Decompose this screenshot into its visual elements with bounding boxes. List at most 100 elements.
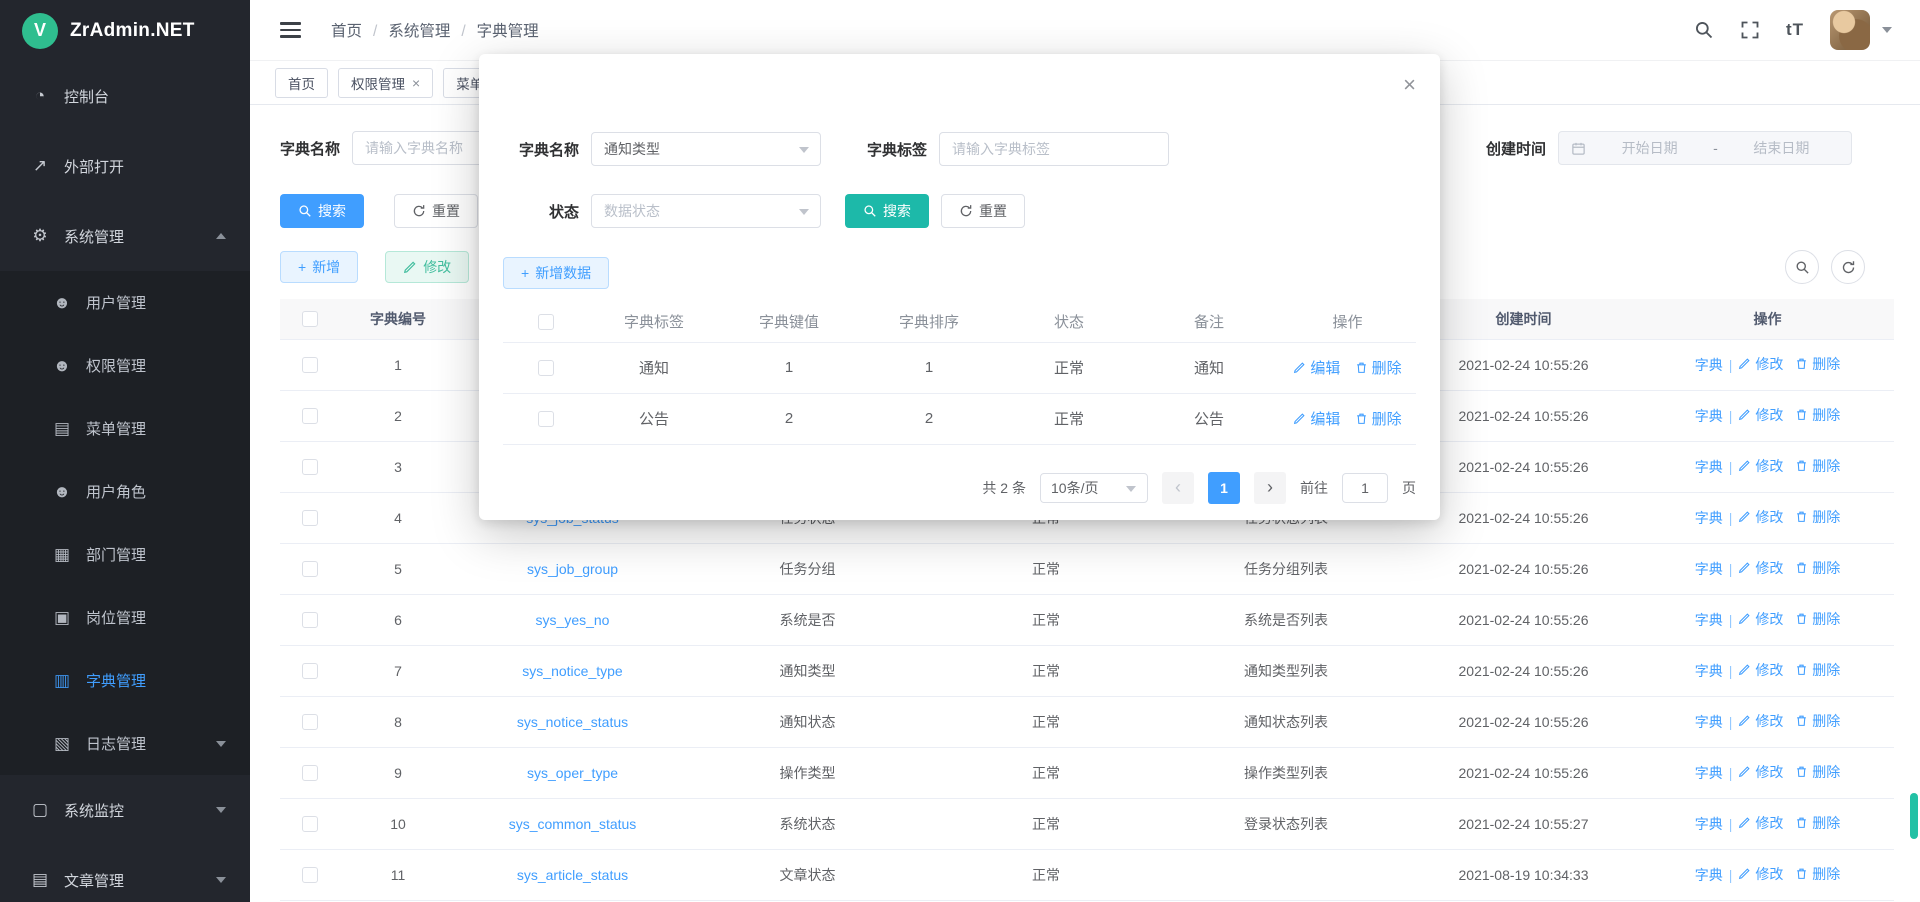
page-tab[interactable]: 首页 <box>275 68 328 98</box>
sidebar-item[interactable]: ▢ 系统监控 <box>0 775 250 845</box>
sidebar-item[interactable]: ▤ 菜单管理 <box>0 397 250 460</box>
edit-row-link[interactable]: 修改 <box>1738 456 1783 476</box>
row-checkbox[interactable] <box>302 663 318 679</box>
page-tab[interactable]: 权限管理 × <box>338 68 433 98</box>
add-button[interactable]: + 新增 <box>280 251 358 283</box>
dialog-search-button[interactable]: 搜索 <box>845 194 929 228</box>
breadcrumb-item[interactable]: 系统管理 <box>362 19 450 41</box>
add-data-button[interactable]: + 新增数据 <box>503 257 609 289</box>
dict-data-link[interactable]: 字典 <box>1695 457 1723 477</box>
show-search-button[interactable] <box>1785 250 1819 284</box>
row-checkbox[interactable] <box>538 360 554 376</box>
dict-data-link[interactable]: 字典 <box>1695 406 1723 426</box>
row-checkbox[interactable] <box>302 816 318 832</box>
delete-row-link[interactable]: 删除 <box>1795 864 1840 884</box>
edit-row-link[interactable]: 编辑 <box>1293 357 1340 378</box>
edit-row-link[interactable]: 修改 <box>1738 813 1783 833</box>
delete-row-link[interactable]: 删除 <box>1795 813 1840 833</box>
row-checkbox[interactable] <box>302 357 318 373</box>
edit-row-link[interactable]: 修改 <box>1738 507 1783 527</box>
goto-page-input[interactable] <box>1342 473 1388 503</box>
prev-page-button[interactable]: ‹ <box>1162 472 1194 504</box>
edit-row-link[interactable]: 修改 <box>1738 354 1783 374</box>
sidebar-item[interactable]: ☻ 用户角色 <box>0 460 250 523</box>
dict-type-link[interactable]: sys_article_status <box>517 867 628 883</box>
user-menu-caret-icon[interactable] <box>1882 27 1892 33</box>
dict-data-link[interactable]: 字典 <box>1695 661 1723 681</box>
edit-button[interactable]: 修改 <box>385 251 469 283</box>
delete-row-link[interactable]: 删除 <box>1795 456 1840 476</box>
page-number-button[interactable]: 1 <box>1208 472 1240 504</box>
dict-data-link[interactable]: 字典 <box>1695 865 1723 885</box>
dict-data-link[interactable]: 字典 <box>1695 814 1723 834</box>
delete-row-link[interactable]: 删除 <box>1795 660 1840 680</box>
refresh-table-button[interactable] <box>1831 250 1865 284</box>
delete-row-link[interactable]: 删除 <box>1795 762 1840 782</box>
scrollbar-thumb[interactable] <box>1910 793 1918 839</box>
dict-type-link[interactable]: sys_yes_no <box>536 612 610 628</box>
sidebar-item[interactable]: ☻ 权限管理 <box>0 334 250 397</box>
edit-row-link[interactable]: 修改 <box>1738 762 1783 782</box>
row-checkbox[interactable] <box>302 561 318 577</box>
delete-row-link[interactable]: 删除 <box>1795 354 1840 374</box>
dict-data-link[interactable]: 字典 <box>1695 508 1723 528</box>
dict-type-link[interactable]: sys_common_status <box>509 816 637 832</box>
delete-row-link[interactable]: 删除 <box>1795 507 1840 527</box>
edit-row-link[interactable]: 修改 <box>1738 864 1783 884</box>
sidebar-item[interactable]: ↗ 外部打开 <box>0 131 250 201</box>
edit-row-link[interactable]: 修改 <box>1738 558 1783 578</box>
breadcrumb-item[interactable]: 首页 <box>331 19 362 41</box>
search-icon[interactable] <box>1694 20 1714 40</box>
dict-type-link[interactable]: sys_oper_type <box>527 765 618 781</box>
dict-data-link[interactable]: 字典 <box>1695 355 1723 375</box>
delete-row-link[interactable]: 删除 <box>1795 558 1840 578</box>
dict-type-link[interactable]: sys_notice_type <box>522 663 622 679</box>
sidebar-item[interactable]: ▦ 部门管理 <box>0 523 250 586</box>
reset-button[interactable]: 重置 <box>394 194 478 228</box>
dict-data-link[interactable]: 字典 <box>1695 610 1723 630</box>
delete-row-link[interactable]: 删除 <box>1795 609 1840 629</box>
app-logo[interactable]: V ZrAdmin.NET <box>0 0 250 61</box>
edit-row-link[interactable]: 修改 <box>1738 660 1783 680</box>
close-icon[interactable]: × <box>1403 74 1416 96</box>
row-checkbox[interactable] <box>302 408 318 424</box>
edit-row-link[interactable]: 修改 <box>1738 609 1783 629</box>
dict-label-input[interactable] <box>939 132 1169 166</box>
fullscreen-icon[interactable] <box>1740 20 1760 40</box>
sidebar-item[interactable]: ▧ 日志管理 <box>0 712 250 775</box>
menu-toggle-icon[interactable] <box>280 18 301 42</box>
edit-row-link[interactable]: 编辑 <box>1293 408 1340 429</box>
dict-data-link[interactable]: 字典 <box>1695 559 1723 579</box>
row-checkbox[interactable] <box>302 714 318 730</box>
status-select[interactable]: 数据状态 <box>591 194 821 228</box>
search-button[interactable]: 搜索 <box>280 194 364 228</box>
dict-type-link[interactable]: sys_notice_status <box>517 714 628 730</box>
user-avatar[interactable] <box>1830 10 1870 50</box>
page-size-select[interactable]: 10条/页 <box>1040 473 1148 503</box>
next-page-button[interactable]: › <box>1254 472 1286 504</box>
row-checkbox[interactable] <box>302 867 318 883</box>
dict-data-link[interactable]: 字典 <box>1695 763 1723 783</box>
sidebar-item[interactable]: ☻ 用户管理 <box>0 271 250 334</box>
date-range-picker[interactable]: 开始日期 - 结束日期 <box>1558 131 1852 165</box>
row-checkbox[interactable] <box>302 510 318 526</box>
sidebar-item[interactable]: ◔ 控制台 <box>0 61 250 131</box>
sidebar-item[interactable]: ▥ 字典管理 <box>0 649 250 712</box>
sidebar-item[interactable]: ⚙ 系统管理 <box>0 201 250 271</box>
delete-row-link[interactable]: 删除 <box>1355 408 1402 429</box>
sidebar-item[interactable]: ▤ 文章管理 <box>0 845 250 902</box>
dict-type-link[interactable]: sys_job_group <box>527 561 618 577</box>
breadcrumb-item[interactable]: 字典管理 <box>450 19 538 41</box>
select-all-checkbox[interactable] <box>538 314 554 330</box>
delete-row-link[interactable]: 删除 <box>1795 405 1840 425</box>
delete-row-link[interactable]: 删除 <box>1795 711 1840 731</box>
row-checkbox[interactable] <box>302 765 318 781</box>
sidebar-item[interactable]: ▣ 岗位管理 <box>0 586 250 649</box>
dict-name-select[interactable]: 通知类型 <box>591 132 821 166</box>
row-checkbox[interactable] <box>538 411 554 427</box>
edit-row-link[interactable]: 修改 <box>1738 711 1783 731</box>
delete-row-link[interactable]: 删除 <box>1355 357 1402 378</box>
row-checkbox[interactable] <box>302 459 318 475</box>
dialog-reset-button[interactable]: 重置 <box>941 194 1025 228</box>
edit-row-link[interactable]: 修改 <box>1738 405 1783 425</box>
